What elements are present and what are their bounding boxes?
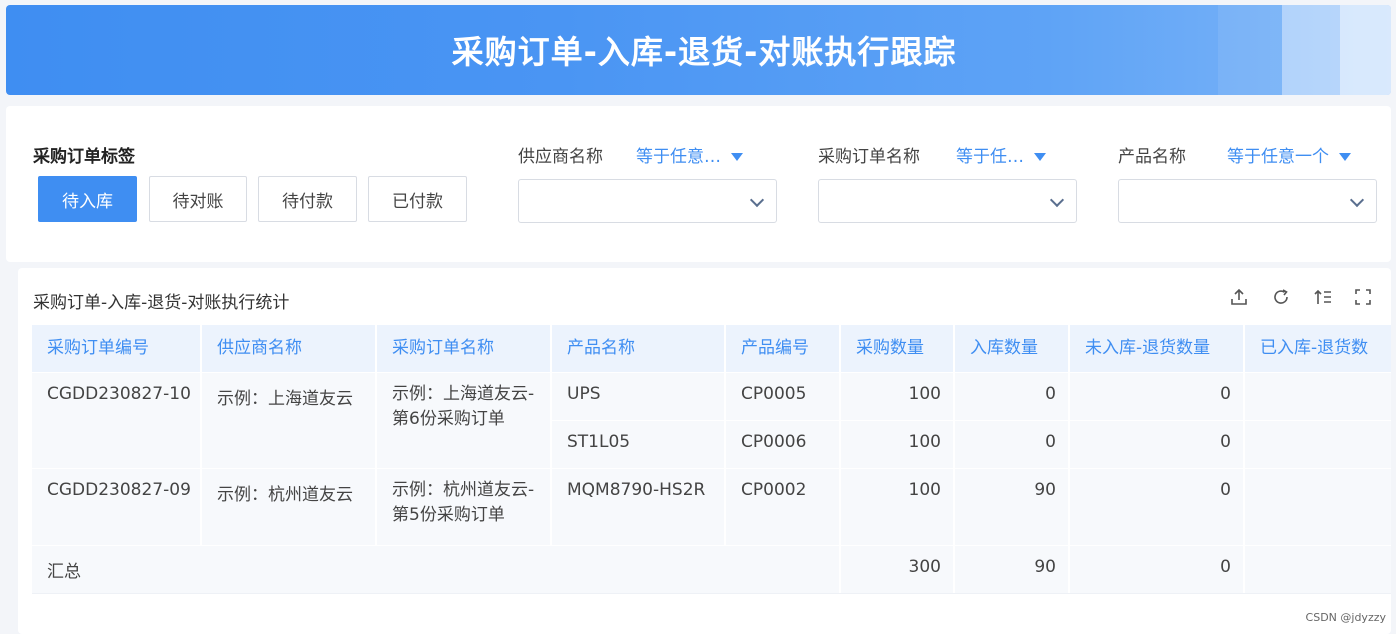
cell-product: MQM8790-HS2R	[567, 480, 706, 500]
sort-icon[interactable]	[1313, 287, 1333, 307]
order-filter-label: 采购订单名称	[818, 147, 920, 167]
column-header-order-no[interactable]: 采购订单编号	[32, 325, 202, 372]
table-title: 采购订单-入库-退货-对账执行统计	[33, 293, 290, 313]
summary-not-in-return: 0	[1220, 557, 1231, 577]
tag-button-pending-inbound[interactable]: 待入库	[38, 176, 137, 222]
tag-button-paid[interactable]: 已付款	[368, 176, 467, 222]
caret-down-icon	[1339, 153, 1351, 161]
order-operator-dropdown[interactable]: 等于任…	[956, 142, 1046, 167]
stats-table: 采购订单编号 供应商名称 采购订单名称 产品名称 产品编号 采购数量 入库数量 …	[32, 325, 1391, 634]
cell-order-name: 示例：杭州道友云-第5份采购订单	[392, 480, 535, 525]
product-select[interactable]	[1118, 179, 1377, 223]
cell-product: UPS	[567, 384, 601, 404]
tag-filter-title: 采购订单标签	[33, 147, 135, 167]
supplier-select[interactable]	[518, 179, 777, 223]
column-header-product-code[interactable]: 产品编号	[726, 325, 841, 372]
caret-down-icon	[1034, 153, 1046, 161]
cell-order-name: 示例：上海道友云-第6份采购订单	[392, 384, 535, 429]
watermark: CSDN @jdyzzy	[1305, 611, 1386, 624]
chevron-down-icon	[749, 192, 765, 208]
page-banner: 采购订单-入库-退货-对账执行跟踪	[6, 5, 1391, 95]
chevron-down-icon	[1349, 192, 1365, 208]
cell-qty: 100	[908, 432, 941, 452]
cell-not-in-return: 0	[1220, 480, 1231, 500]
product-operator-dropdown[interactable]: 等于任意一个	[1227, 142, 1351, 167]
cell-inbound: 90	[1034, 480, 1056, 500]
cell-inbound: 0	[1045, 432, 1056, 452]
column-header-not-in-return[interactable]: 未入库-退货数量	[1070, 325, 1245, 372]
order-select[interactable]	[818, 179, 1077, 223]
product-operator-text: 等于任意一个	[1227, 147, 1329, 167]
summary-row	[32, 546, 841, 593]
summary-label: 汇总	[47, 562, 81, 582]
column-header-in-return[interactable]: 已入库-退货数	[1245, 325, 1391, 372]
stats-table-panel: 采购订单-入库-退货-对账执行统计 采购订单编号 供应商名称 采购订单名称 产品…	[18, 268, 1391, 634]
cell-order-no: CGDD230827-09	[47, 480, 191, 500]
supplier-filter-label: 供应商名称	[518, 147, 603, 167]
cell-product-code: CP0006	[741, 432, 807, 452]
cell-product-code: CP0005	[741, 384, 807, 404]
supplier-operator-text: 等于任意…	[636, 147, 721, 167]
column-header-inbound[interactable]: 入库数量	[955, 325, 1070, 372]
filter-panel: 采购订单标签 待入库 待对账 待付款 已付款 供应商名称 等于任意… 采购订单名…	[6, 106, 1391, 262]
cell-qty: 100	[908, 480, 941, 500]
chevron-down-icon	[1049, 192, 1065, 208]
cell-product-code: CP0002	[741, 480, 807, 500]
cell-supplier: 示例：上海道友云	[217, 389, 353, 409]
cell-order-no: CGDD230827-10	[47, 384, 191, 404]
summary-inbound: 90	[1034, 557, 1056, 577]
cell-supplier: 示例：杭州道友云	[217, 485, 353, 505]
page-title: 采购订单-入库-退货-对账执行跟踪	[451, 33, 957, 71]
supplier-operator-dropdown[interactable]: 等于任意…	[636, 142, 743, 167]
fullscreen-icon[interactable]	[1353, 287, 1373, 307]
cell-qty: 100	[908, 384, 941, 404]
column-header-supplier[interactable]: 供应商名称	[202, 325, 377, 372]
caret-down-icon	[731, 153, 743, 161]
cell-inbound: 0	[1045, 384, 1056, 404]
export-icon[interactable]	[1229, 287, 1249, 307]
table-header-row: 采购订单编号 供应商名称 采购订单名称 产品名称 产品编号 采购数量 入库数量 …	[32, 325, 1391, 372]
tag-button-pending-reconcile[interactable]: 待对账	[149, 176, 247, 222]
column-header-qty[interactable]: 采购数量	[841, 325, 955, 372]
order-operator-text: 等于任…	[956, 147, 1024, 167]
column-header-product[interactable]: 产品名称	[552, 325, 726, 372]
column-header-order-name[interactable]: 采购订单名称	[377, 325, 552, 372]
refresh-icon[interactable]	[1271, 287, 1291, 307]
tag-button-pending-payment[interactable]: 待付款	[258, 176, 357, 222]
cell-not-in-return: 0	[1220, 384, 1231, 404]
cell-product: ST1L05	[567, 432, 631, 452]
summary-qty: 300	[908, 557, 941, 577]
cell-not-in-return: 0	[1220, 432, 1231, 452]
product-filter-label: 产品名称	[1118, 147, 1186, 167]
